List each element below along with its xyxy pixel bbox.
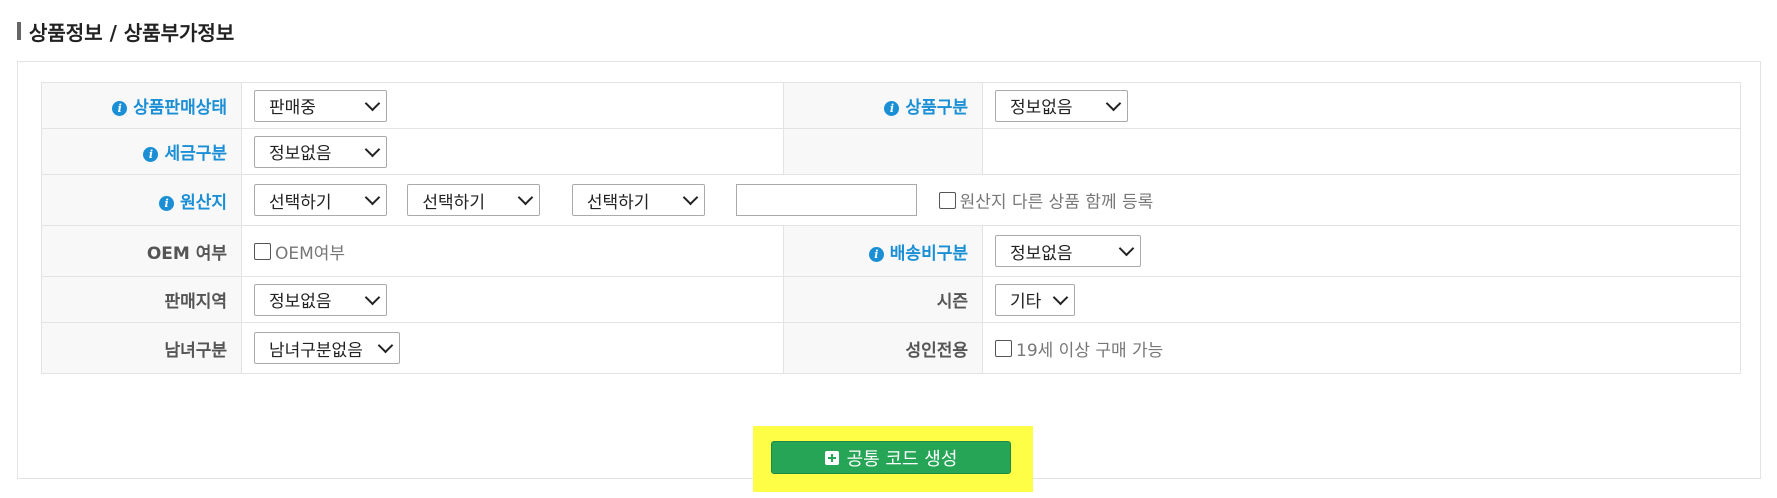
info-icon: i <box>112 101 128 116</box>
info-icon: i <box>143 147 159 162</box>
empty-label-cell <box>783 128 983 175</box>
oem-checkbox-label: OEM여부 <box>275 243 346 264</box>
sale-status-select[interactable]: 판매중 <box>254 89 387 122</box>
oem-cell: OEM여부 <box>241 225 784 277</box>
chevron-down-icon <box>377 337 394 354</box>
chevron-down-icon <box>364 95 381 111</box>
gender-cell: 남녀구분없음 <box>241 322 784 374</box>
chevron-down-icon <box>364 141 381 157</box>
oem-label: OEM 여부 <box>41 225 242 277</box>
origin-multi-checkbox-label: 원산지 다른 상품 함께 등록 <box>959 192 1154 213</box>
product-type-select[interactable]: 정보없음 <box>995 89 1128 122</box>
gender-label: 남녀구분 <box>41 322 242 374</box>
form-row-oem: OEM 여부 OEM여부 i 배송비구분 정보없음 <box>41 225 1741 277</box>
page-title: 상품정보 / 상품부가정보 <box>29 20 235 45</box>
chevron-down-icon <box>518 189 534 206</box>
season-cell: 기타 <box>982 276 1741 323</box>
chevron-down-icon <box>682 189 699 206</box>
sale-status-label: i 상품판매상태 <box>41 82 242 129</box>
form-row-tax: i 세금구분 정보없음 <box>41 128 1741 175</box>
origin-select-3[interactable]: 선택하기 <box>571 184 705 216</box>
section-title: 상품정보 / 상품부가정보 <box>17 18 235 45</box>
adult-only-checkbox[interactable] <box>995 339 1012 357</box>
sales-region-cell: 정보없음 <box>241 276 784 323</box>
shipping-type-label: i 배송비구분 <box>783 225 983 277</box>
product-extra-info-panel: i 상품판매상태 판매중 i 상품구분 정보없음 i 세금구분 정보없음 i 원… <box>17 61 1761 479</box>
generate-button-label: 공통 코드 생성 <box>846 448 958 470</box>
tax-type-select[interactable]: 정보없음 <box>254 135 387 168</box>
product-type-cell: 정보없음 <box>982 82 1741 129</box>
oem-checkbox[interactable] <box>254 242 271 260</box>
info-icon: i <box>884 101 900 116</box>
form-row-gender: 남녀구분 남녀구분없음 성인전용 19세 이상 구매 가능 <box>41 322 1741 374</box>
origin-select-2[interactable]: 선택하기 <box>407 184 541 216</box>
adult-only-cell: 19세 이상 구매 가능 <box>982 322 1741 374</box>
origin-select-1[interactable]: 선택하기 <box>254 184 387 216</box>
shipping-type-cell: 정보없음 <box>982 225 1741 277</box>
sales-region-select[interactable]: 정보없음 <box>254 283 387 316</box>
adult-only-label: 성인전용 <box>783 322 983 374</box>
empty-value-cell <box>982 128 1741 175</box>
form-row-origin: i 원산지 선택하기 선택하기 선택하기 원산지 다른 상품 함께 등록 <box>41 174 1741 226</box>
chevron-down-icon <box>1105 95 1122 111</box>
info-icon: i <box>159 195 175 211</box>
sale-status-cell: 판매중 <box>241 82 784 129</box>
season-label: 시즌 <box>783 276 983 323</box>
season-select[interactable]: 기타 <box>995 283 1075 316</box>
plus-square-icon <box>824 450 839 465</box>
origin-label: i 원산지 <box>41 174 242 226</box>
chevron-down-icon <box>364 289 381 305</box>
adult-only-checkbox-label: 19세 이상 구매 가능 <box>1016 340 1164 361</box>
tax-type-label: i 세금구분 <box>41 128 242 175</box>
form-row-region: 판매지역 정보없음 시즌 기타 <box>41 276 1741 323</box>
origin-text-input[interactable] <box>736 184 918 216</box>
origin-cell: 선택하기 선택하기 선택하기 원산지 다른 상품 함께 등록 <box>241 174 1741 226</box>
generate-common-code-button[interactable]: 공통 코드 생성 <box>771 441 1011 474</box>
title-bar-marker <box>17 22 21 40</box>
shipping-type-select[interactable]: 정보없음 <box>995 235 1141 267</box>
origin-multi-checkbox[interactable] <box>938 191 956 209</box>
info-icon: i <box>868 246 884 262</box>
generate-button-highlight: 공통 코드 생성 <box>753 426 1033 492</box>
product-info-form: i 상품판매상태 판매중 i 상품구분 정보없음 i 세금구분 정보없음 i 원… <box>41 82 1741 374</box>
chevron-down-icon <box>1052 289 1069 305</box>
tax-type-cell: 정보없음 <box>241 128 784 175</box>
sales-region-label: 판매지역 <box>41 276 242 323</box>
form-row-sale-status: i 상품판매상태 판매중 i 상품구분 정보없음 <box>41 82 1741 129</box>
product-type-label: i 상품구분 <box>783 82 983 129</box>
gender-select[interactable]: 남녀구분없음 <box>254 332 400 364</box>
chevron-down-icon <box>1118 240 1135 257</box>
chevron-down-icon <box>364 189 381 206</box>
